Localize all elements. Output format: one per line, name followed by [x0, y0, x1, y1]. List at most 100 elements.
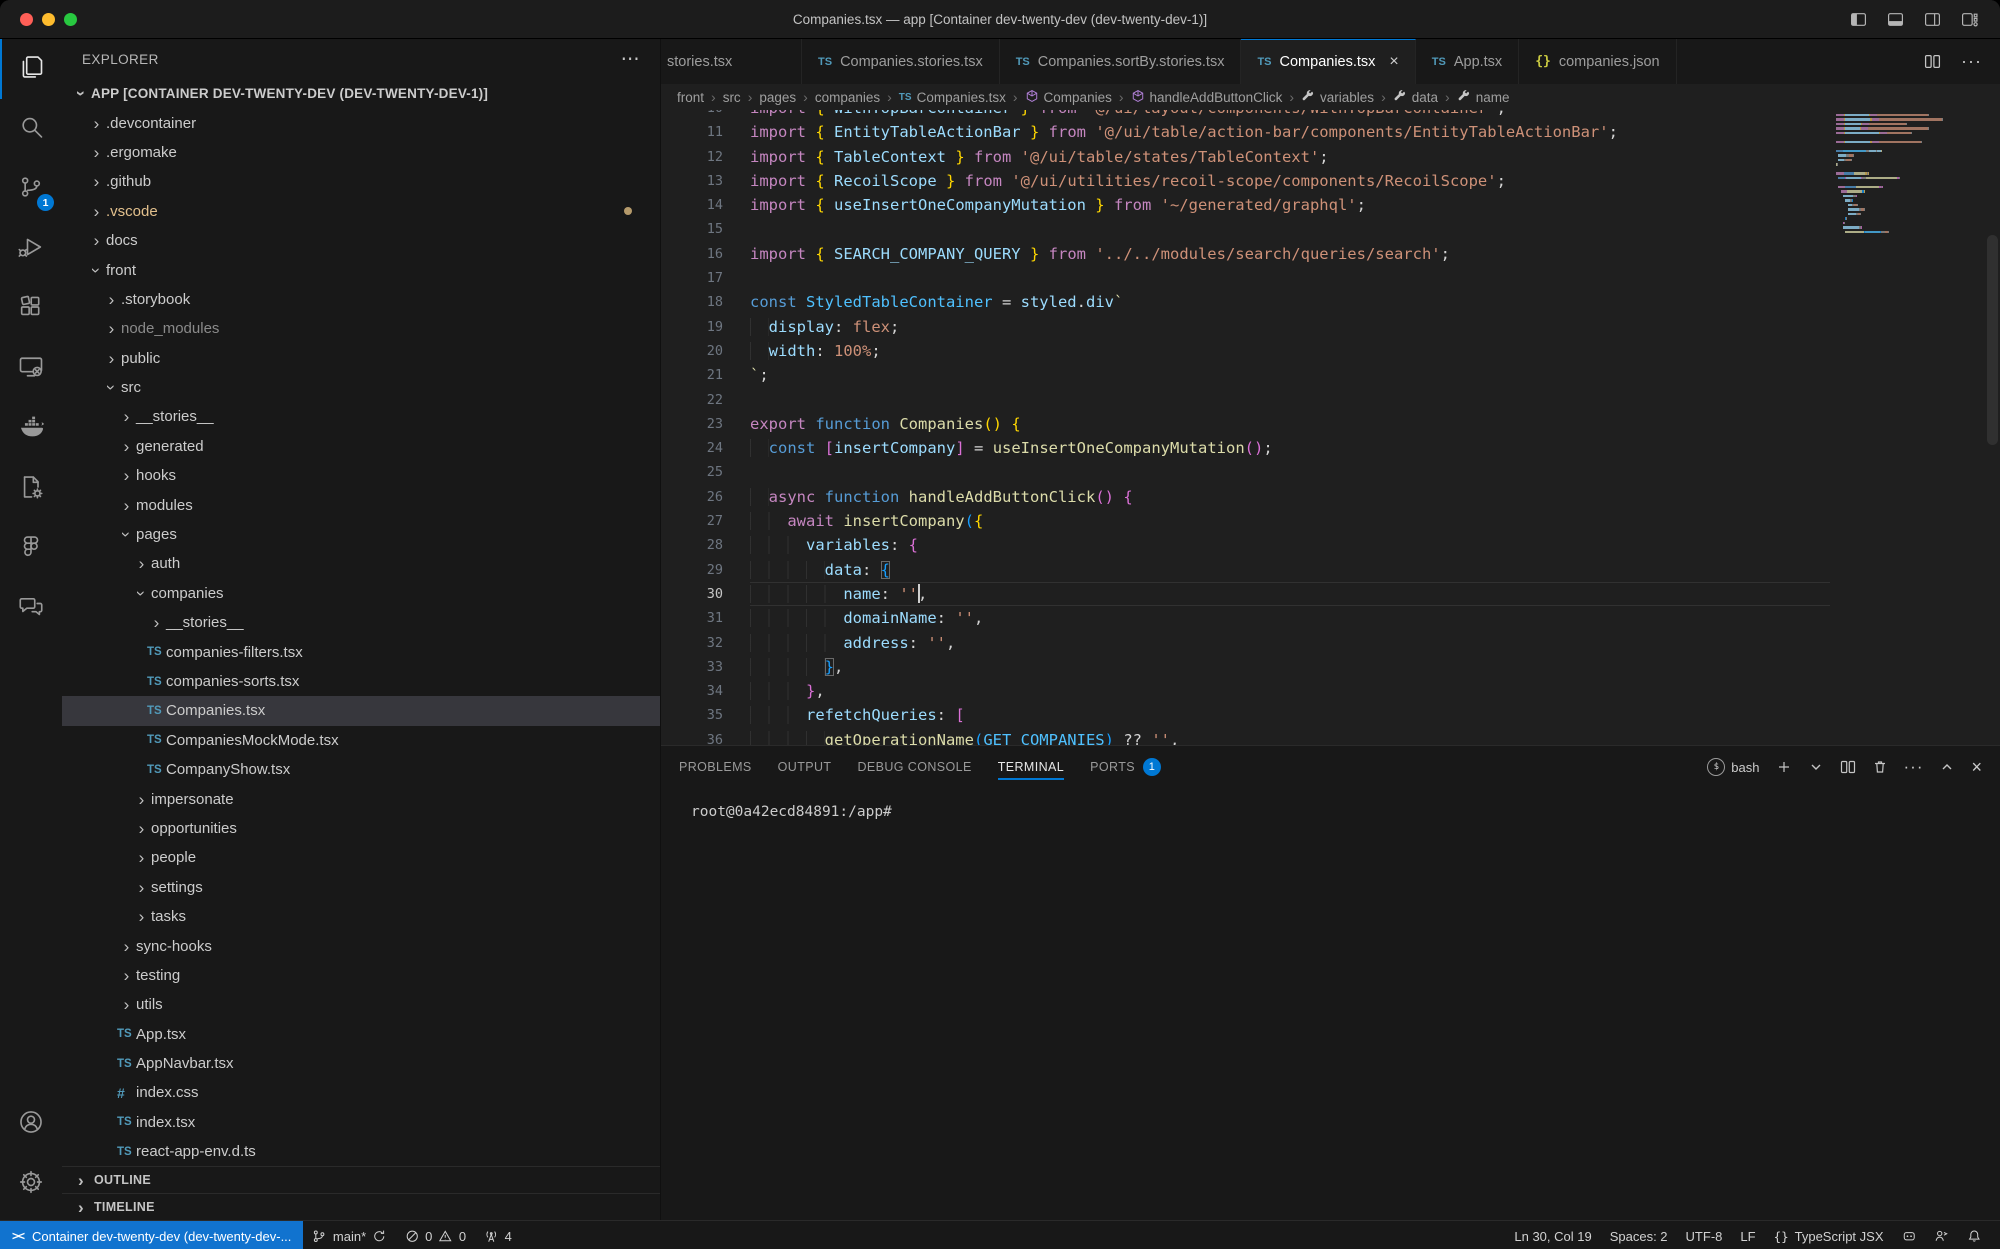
outline-section[interactable]: › OUTLINE: [62, 1166, 660, 1193]
more-actions-icon[interactable]: ···: [1961, 51, 1982, 72]
toggle-sidebar-icon[interactable]: [1850, 11, 1867, 28]
breadcrumb-item-companies-3[interactable]: Companies: [1025, 89, 1112, 106]
tree-item-sync-hooks[interactable]: ›sync-hooks: [62, 931, 660, 960]
activity-file-code-gear[interactable]: [0, 459, 62, 519]
new-terminal-icon[interactable]: [1776, 759, 1792, 775]
shell-selector[interactable]: $ bash: [1707, 758, 1759, 776]
tab-companies-json[interactable]: {}companies.json: [1519, 39, 1676, 84]
tab-companies-sortby-stories-tsx[interactable]: TSCompanies.sortBy.stories.tsx: [1000, 39, 1242, 84]
activity-comments[interactable]: [0, 579, 62, 639]
remote-indicator[interactable]: >< Container dev-twenty-dev (dev-twenty-…: [0, 1221, 303, 1249]
zoom-window-button[interactable]: [64, 13, 77, 26]
panel-tab-problems[interactable]: PROBLEMS: [679, 746, 752, 788]
tree-item-hooks[interactable]: ›hooks: [62, 461, 660, 490]
tree-item-testing[interactable]: ›testing: [62, 961, 660, 990]
tree-item-auth[interactable]: ›auth: [62, 549, 660, 578]
tree-item-vscode[interactable]: ›.vscode: [62, 197, 660, 226]
activity-extensions[interactable]: [0, 279, 62, 339]
close-panel-icon[interactable]: ×: [1971, 757, 1982, 778]
activity-search[interactable]: [0, 99, 62, 159]
tree-item-index-tsx[interactable]: TSindex.tsx: [62, 1108, 660, 1137]
breadcrumb-item-data[interactable]: data: [1393, 89, 1438, 106]
toggle-secondary-sidebar-icon[interactable]: [1924, 11, 1941, 28]
panel-tab-ports[interactable]: PORTS1: [1090, 746, 1161, 788]
tree-item-src[interactable]: ›src: [62, 373, 660, 402]
tree-item-front[interactable]: ›front: [62, 255, 660, 284]
language-status[interactable]: {} TypeScript JSX: [1765, 1221, 1893, 1249]
tree-item-settings[interactable]: ›settings: [62, 873, 660, 902]
breadcrumb-item-variables[interactable]: variables: [1301, 89, 1374, 106]
tree-item-stories-2[interactable]: ›__stories__: [62, 608, 660, 637]
tree-item-people[interactable]: ›people: [62, 843, 660, 872]
tree-item-app-container-dev-twenty-dev-dev-twenty-dev-1[interactable]: ›APP [CONTAINER DEV-TWENTY-DEV (DEV-TWEN…: [62, 79, 660, 108]
kill-terminal-icon[interactable]: [1872, 759, 1888, 775]
tab-companies-stories-tsx[interactable]: TSCompanies.stories.tsx: [802, 39, 1000, 84]
tree-item-utils[interactable]: ›utils: [62, 990, 660, 1019]
tree-item-tasks[interactable]: ›tasks: [62, 902, 660, 931]
activity-figma[interactable]: [0, 519, 62, 579]
tree-item-companies[interactable]: ›companies: [62, 579, 660, 608]
timeline-section[interactable]: › TIMELINE: [62, 1193, 660, 1220]
tree-item-impersonate[interactable]: ›impersonate: [62, 784, 660, 813]
tree-item-companiesmockmode-tsx[interactable]: TSCompaniesMockMode.tsx: [62, 726, 660, 755]
tab-stories-tsx[interactable]: stories.tsx: [661, 39, 802, 84]
tree-item-ergomake[interactable]: ›.ergomake: [62, 138, 660, 167]
terminal-dropdown-icon[interactable]: [1808, 759, 1824, 775]
tree-item-pages[interactable]: ›pages: [62, 520, 660, 549]
sync-icon[interactable]: [372, 1229, 387, 1244]
maximize-panel-icon[interactable]: [1939, 759, 1955, 775]
breadcrumb-item-handleaddbuttonclick[interactable]: handleAddButtonClick: [1131, 89, 1283, 106]
panel-more-icon[interactable]: ···: [1904, 757, 1924, 777]
notifications-status[interactable]: [1958, 1221, 1991, 1249]
tree-item-node-modules[interactable]: ›node_modules: [62, 314, 660, 343]
tree-item-app-tsx[interactable]: TSApp.tsx: [62, 1020, 660, 1049]
panel-tab-terminal[interactable]: TERMINAL: [998, 746, 1064, 788]
minimize-window-button[interactable]: [42, 13, 55, 26]
activity-explorer[interactable]: [0, 39, 62, 99]
indentation-status[interactable]: Spaces: 2: [1601, 1221, 1677, 1249]
activity-source-control[interactable]: 1: [0, 159, 62, 219]
split-editor-icon[interactable]: [1924, 53, 1941, 70]
problems-status[interactable]: 0 0: [396, 1221, 475, 1249]
tree-item-devcontainer[interactable]: ›.devcontainer: [62, 108, 660, 137]
activity-accounts[interactable]: [0, 1094, 62, 1154]
breadcrumb-item-companies-2[interactable]: companies: [815, 90, 880, 105]
close-window-button[interactable]: [20, 13, 33, 26]
customize-layout-icon[interactable]: [1961, 11, 1978, 28]
toggle-panel-icon[interactable]: [1887, 11, 1904, 28]
eol-status[interactable]: LF: [1731, 1221, 1764, 1249]
tree-item-companies-filters-tsx[interactable]: TScompanies-filters.tsx: [62, 637, 660, 666]
tree-item-docs[interactable]: ›docs: [62, 226, 660, 255]
tree-item-index-css[interactable]: #index.css: [62, 1078, 660, 1107]
feedback-status[interactable]: [1925, 1221, 1958, 1249]
activity-settings[interactable]: [0, 1154, 62, 1214]
activity-remote-explorer[interactable]: [0, 339, 62, 399]
breadcrumb-item-front-2[interactable]: front: [677, 90, 704, 105]
tree-item-generated[interactable]: ›generated: [62, 432, 660, 461]
tree-item-opportunities[interactable]: ›opportunities: [62, 814, 660, 843]
terminal-output[interactable]: root@0a42ecd84891:/app#: [661, 788, 2000, 820]
tree-item-appnavbar-tsx[interactable]: TSAppNavbar.tsx: [62, 1049, 660, 1078]
tree-item-stories[interactable]: ›__stories__: [62, 402, 660, 431]
branch-status[interactable]: main*: [303, 1221, 395, 1249]
tree-item-public[interactable]: ›public: [62, 344, 660, 373]
tab-app-tsx-2[interactable]: TSApp.tsx: [1416, 39, 1519, 84]
copilot-status[interactable]: [1893, 1221, 1926, 1249]
tree-item-companies-sorts-tsx[interactable]: TScompanies-sorts.tsx: [62, 667, 660, 696]
split-terminal-icon[interactable]: [1840, 759, 1856, 775]
tree-item-modules[interactable]: ›modules: [62, 490, 660, 519]
tree-item-react-app-env-d-ts[interactable]: TSreact-app-env.d.ts: [62, 1137, 660, 1166]
breadcrumb-item-src-2[interactable]: src: [723, 90, 741, 105]
tree-item-storybook[interactable]: ›.storybook: [62, 285, 660, 314]
panel-tab-output[interactable]: OUTPUT: [778, 746, 832, 788]
close-icon[interactable]: ×: [1389, 53, 1398, 71]
panel-tab-debug-console[interactable]: DEBUG CONSOLE: [857, 746, 971, 788]
breadcrumb-item-name[interactable]: name: [1457, 89, 1510, 106]
activity-run-and-debug[interactable]: [0, 219, 62, 279]
code-editor[interactable]: 10import { WithTopBarContainer } from '@…: [661, 110, 2000, 745]
explorer-more-icon[interactable]: ⋯: [621, 50, 640, 69]
editor-scrollbar[interactable]: [1987, 235, 1998, 445]
breadcrumb-item-companies-tsx-3[interactable]: TSCompanies.tsx: [899, 90, 1006, 105]
tab-companies-tsx-2[interactable]: TSCompanies.tsx×: [1241, 39, 1415, 84]
activity-docker[interactable]: [0, 399, 62, 459]
